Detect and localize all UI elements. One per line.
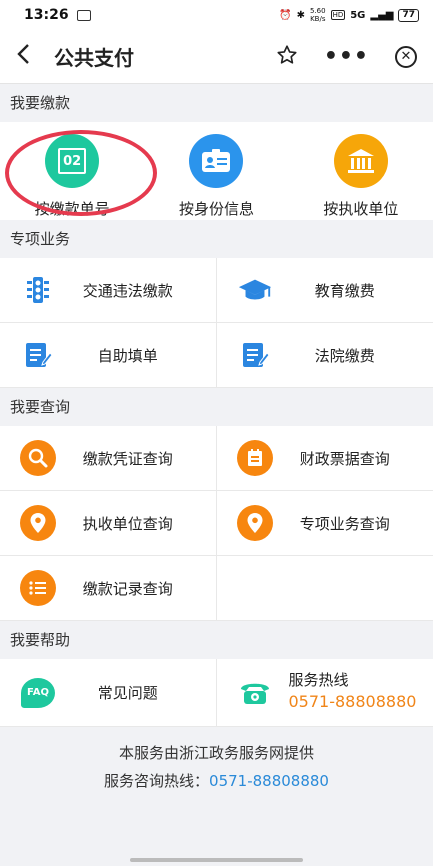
receipt-query-button[interactable]: 财政票据查询	[216, 426, 433, 491]
traffic-payment-button[interactable]: 交通违法缴款	[0, 258, 217, 323]
unit-query-button[interactable]: 执收单位查询	[0, 491, 217, 556]
form-edit-icon	[20, 337, 56, 373]
alarm-icon: ⏰	[279, 9, 292, 21]
education-payment-button[interactable]: 教育缴费	[216, 258, 433, 323]
consult-line: 服务咨询热线：0571-88808880	[0, 767, 433, 795]
section-query-label: 我要查询	[10, 398, 71, 416]
receipt-icon	[236, 440, 273, 476]
payment-number-icon: 02	[45, 134, 100, 188]
hd-icon: HD	[330, 10, 346, 20]
empty-cell	[216, 556, 433, 621]
voucher-query-button[interactable]: 缴款凭证查询	[0, 426, 217, 491]
star-icon[interactable]	[276, 44, 298, 70]
provider-text: 本服务由浙江政务服务网提供	[118, 744, 314, 762]
status-bar: 13:26 ⏰ ✱ 5.60 KB/s HD 5G ▂▄▆ 77	[0, 0, 433, 30]
phone-icon	[237, 675, 273, 711]
more-icon[interactable]: •••	[324, 44, 369, 69]
pay-by-number-label: 按缴款单号	[34, 200, 110, 218]
pay-by-identity-button[interactable]: 按身份信息	[144, 122, 288, 220]
court-form-icon	[237, 337, 273, 373]
status-time: 13:26	[24, 7, 69, 23]
id-card-icon	[189, 134, 244, 188]
search-icon	[20, 440, 56, 476]
location-pin-icon	[236, 505, 273, 541]
pay-by-number-button[interactable]: 02 按缴款单号	[0, 122, 144, 220]
traffic-light-icon	[20, 272, 56, 308]
network-type: 5G	[350, 9, 366, 21]
payment-record-query-button[interactable]: 缴款记录查询	[0, 556, 217, 621]
bank-building-icon	[333, 134, 388, 188]
special-business-query-button[interactable]: 专项业务查询	[216, 491, 433, 556]
section-special-label: 专项业务	[10, 230, 71, 248]
section-pay-label: 我要缴款	[10, 94, 71, 112]
location-pin-icon	[20, 505, 56, 541]
pay-by-identity-label: 按身份信息	[178, 200, 254, 218]
notification-icon	[76, 9, 91, 21]
list-icon	[20, 570, 56, 606]
faq-button[interactable]: FAQ 常见问题	[0, 659, 217, 727]
help-grid: FAQ 常见问题 服务热线 0571-88808880	[0, 659, 433, 727]
back-arrow-icon[interactable]	[16, 43, 46, 70]
signal-icon: ▂▄▆	[370, 9, 394, 21]
bluetooth-icon: ✱	[296, 9, 305, 21]
pay-by-unit-label: 按执收单位	[323, 200, 399, 218]
footer: 本服务由浙江政务服务网提供 服务咨询热线：0571-88808880	[0, 727, 433, 795]
query-grid: 缴款凭证查询 财政票据查询 执收单位查询 专项业务查询 缴款记录查询	[0, 426, 433, 621]
graduation-cap-icon	[237, 272, 273, 308]
section-help-label: 我要帮助	[10, 631, 71, 649]
hotline-button[interactable]: 服务热线 0571-88808880	[216, 659, 433, 727]
court-payment-button[interactable]: 法院缴费	[216, 323, 433, 388]
pay-methods: 02 按缴款单号 按身份信息 按执收单位	[0, 122, 433, 220]
hotline-number[interactable]: 0571-88808880	[289, 692, 417, 711]
battery-icon: 77	[398, 8, 419, 22]
pay-by-unit-button[interactable]: 按执收单位	[289, 122, 433, 220]
hotline-label: 服务热线	[288, 671, 349, 689]
special-grid: 交通违法缴款 教育缴费 自助填单 法院缴费	[0, 258, 433, 388]
nav-bar: 公共支付 ••• ✕	[0, 30, 433, 84]
faq-icon: FAQ	[21, 677, 55, 708]
consult-label: 服务咨询热线：	[104, 772, 210, 790]
home-indicator[interactable]	[130, 858, 303, 862]
close-icon[interactable]: ✕	[395, 45, 417, 68]
page-title: 公共支付	[54, 46, 134, 70]
self-fill-form-button[interactable]: 自助填单	[0, 323, 217, 388]
net-speed: 5.60 KB/s	[309, 7, 326, 23]
consult-number[interactable]: 0571-88808880	[209, 772, 329, 790]
